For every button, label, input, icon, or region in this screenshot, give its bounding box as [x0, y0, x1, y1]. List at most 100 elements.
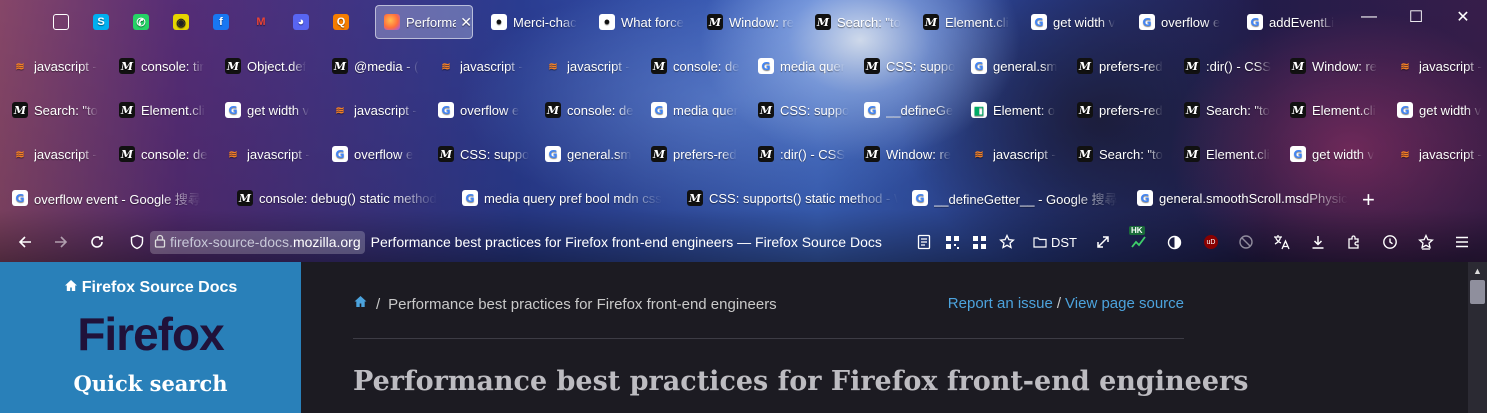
pinned-tab[interactable]: M — [245, 5, 277, 39]
tab[interactable]: GaddEventLi — [1239, 5, 1341, 39]
pinned-tab[interactable]: f — [205, 5, 237, 39]
forward-icon[interactable] — [49, 230, 73, 254]
minimize-button[interactable]: — — [1346, 2, 1392, 32]
tab[interactable]: ≋ javascript - — [1389, 137, 1487, 171]
tab[interactable]: ≋ javascript - — [1389, 49, 1487, 83]
ublock-icon[interactable]: uD — [1199, 230, 1223, 254]
tab[interactable]: M Search: "to — [4, 93, 105, 127]
url-bar[interactable]: firefox-source-docs. mozilla.org Performa… — [150, 227, 910, 257]
reader-view-icon[interactable] — [912, 230, 936, 254]
tab[interactable]: ≋ javascript - — [217, 137, 318, 171]
scroll-up-icon[interactable]: ▲ — [1473, 266, 1482, 276]
tab[interactable]: ≋ javascript - — [324, 93, 425, 127]
tab[interactable]: Mprefers-red — [1069, 49, 1170, 83]
tab[interactable]: Mconsole: de — [643, 49, 744, 83]
pinned-tab[interactable]: S — [85, 5, 117, 39]
tab[interactable]: M CSS: suppo — [750, 93, 851, 127]
tab[interactable]: ≋ javascript - — [4, 49, 105, 83]
tab[interactable]: Mconsole: tir — [111, 49, 212, 83]
qr-code-icon[interactable] — [940, 230, 964, 254]
tab[interactable]: Mprefers-red — [643, 137, 744, 171]
blocked-icon[interactable] — [1234, 230, 1258, 254]
tab[interactable]: Gmedia quer — [643, 93, 744, 127]
download-icon[interactable] — [1306, 230, 1330, 254]
pinned-tab[interactable]: Q — [325, 5, 357, 39]
menu-hamburger-icon[interactable] — [1450, 230, 1474, 254]
tab[interactable]: ≋ javascript - — [537, 49, 638, 83]
pinned-tab[interactable] — [45, 5, 77, 39]
tab[interactable]: Gget width v — [1282, 137, 1383, 171]
tab[interactable]: M Object.def — [217, 49, 318, 83]
extensions-puzzle-icon[interactable] — [1342, 230, 1366, 254]
close-tab-icon[interactable]: ✕ — [460, 14, 472, 31]
tab[interactable]: ≋ javascript - — [4, 137, 105, 171]
dark-mode-icon[interactable] — [1162, 230, 1186, 254]
back-icon[interactable] — [13, 230, 37, 254]
site-identity[interactable]: firefox-source-docs. mozilla.org — [150, 230, 365, 254]
home-link[interactable]: Firefox Source Docs — [0, 279, 301, 297]
tab[interactable]: Goverflow e — [324, 137, 425, 171]
bookmark-add-icon[interactable] — [1414, 230, 1438, 254]
scrollbar-thumb[interactable] — [1470, 280, 1485, 304]
tab[interactable]: M:dir() - CSS — [750, 137, 851, 171]
tab[interactable]: M CSS: suppo — [856, 49, 957, 83]
tab[interactable]: M Search: "to — [807, 5, 909, 39]
firefox-logo[interactable]: Firefox — [0, 307, 301, 361]
tab[interactable]: ● Merci-chac — [483, 5, 585, 39]
tab[interactable]: M Element.cli — [1176, 137, 1277, 171]
tab[interactable]: Ggeneral.sm — [537, 137, 638, 171]
tab[interactable]: Goverflow e — [1131, 5, 1233, 39]
tab[interactable]: Ggeneral.sm — [963, 49, 1064, 83]
extension-hk[interactable]: HK — [1127, 226, 1151, 254]
tab[interactable]: M Search: "to — [1069, 137, 1170, 171]
maximize-button[interactable]: ☐ — [1393, 2, 1439, 32]
tab[interactable]: M Window: re — [856, 137, 957, 171]
bookmark-folder[interactable]: DST — [1033, 230, 1083, 254]
pinned-tab[interactable]: ◕ — [285, 5, 317, 39]
tab[interactable]: ≋ javascript - — [963, 137, 1064, 171]
tab[interactable]: Gget width v — [217, 93, 318, 127]
tab[interactable]: M @media - ( — [324, 49, 425, 83]
expand-icon[interactable] — [1091, 230, 1115, 254]
tab[interactable]: Gmedia query pref bool mdn css — [454, 181, 673, 215]
tab[interactable]: Gget width v — [1389, 93, 1487, 127]
grid-apps-icon[interactable] — [967, 230, 991, 254]
tab[interactable]: Gget width v — [1023, 5, 1125, 39]
tab[interactable]: M Search: "to — [1176, 93, 1277, 127]
tab[interactable]: ● What force — [591, 5, 693, 39]
pinned-tab[interactable]: ◉ — [165, 5, 197, 39]
report-issue-link[interactable]: Report an issue — [948, 295, 1053, 312]
close-window-button[interactable]: ✕ — [1440, 2, 1486, 32]
tab[interactable]: Ggeneral.smoothScroll.msdPhysic — [1129, 181, 1348, 215]
new-tab-button[interactable]: + — [1362, 187, 1375, 213]
tab[interactable]: M CSS: supports() static method - W — [679, 181, 898, 215]
history-clock-icon[interactable] — [1378, 230, 1402, 254]
tab[interactable]: M Window: re — [699, 5, 801, 39]
tab[interactable]: Gmedia quer — [750, 49, 851, 83]
tab-active[interactable]: Performa ✕ — [375, 5, 473, 39]
tab[interactable]: ◧ Element: o — [963, 93, 1064, 127]
tab[interactable]: Mconsole: debug() static method — [229, 181, 448, 215]
tab[interactable]: ≋ javascript - — [430, 49, 531, 83]
bookmark-star-icon[interactable] — [995, 230, 1019, 254]
translate-icon[interactable] — [1270, 230, 1294, 254]
tab[interactable]: G __defineGetter__ - Google 搜尋 — [904, 181, 1123, 215]
tab[interactable]: Mconsole: de — [111, 137, 212, 171]
tab[interactable]: M Element.cli — [915, 5, 1017, 39]
view-source-link[interactable]: View page source — [1065, 295, 1184, 312]
tab[interactable]: M Window: re — [1282, 49, 1383, 83]
tab[interactable]: M CSS: suppo — [430, 137, 531, 171]
tab[interactable]: M Element.cli — [111, 93, 212, 127]
tab[interactable]: Mconsole: de — [537, 93, 638, 127]
shield-icon[interactable] — [125, 230, 149, 254]
pinned-tab[interactable]: ✆ — [125, 5, 157, 39]
reload-icon[interactable] — [85, 230, 109, 254]
tab[interactable]: M Element.cli — [1282, 93, 1383, 127]
tab[interactable]: G __defineGe — [856, 93, 957, 127]
tab[interactable]: M:dir() - CSS — [1176, 49, 1277, 83]
tab[interactable]: Goverflow event - Google 搜尋 — [4, 181, 223, 215]
tab[interactable]: Goverflow e — [430, 93, 531, 127]
breadcrumb-home-icon[interactable] — [353, 295, 368, 313]
scrollbar[interactable]: ▲ — [1468, 262, 1487, 413]
tab[interactable]: Mprefers-red — [1069, 93, 1170, 127]
